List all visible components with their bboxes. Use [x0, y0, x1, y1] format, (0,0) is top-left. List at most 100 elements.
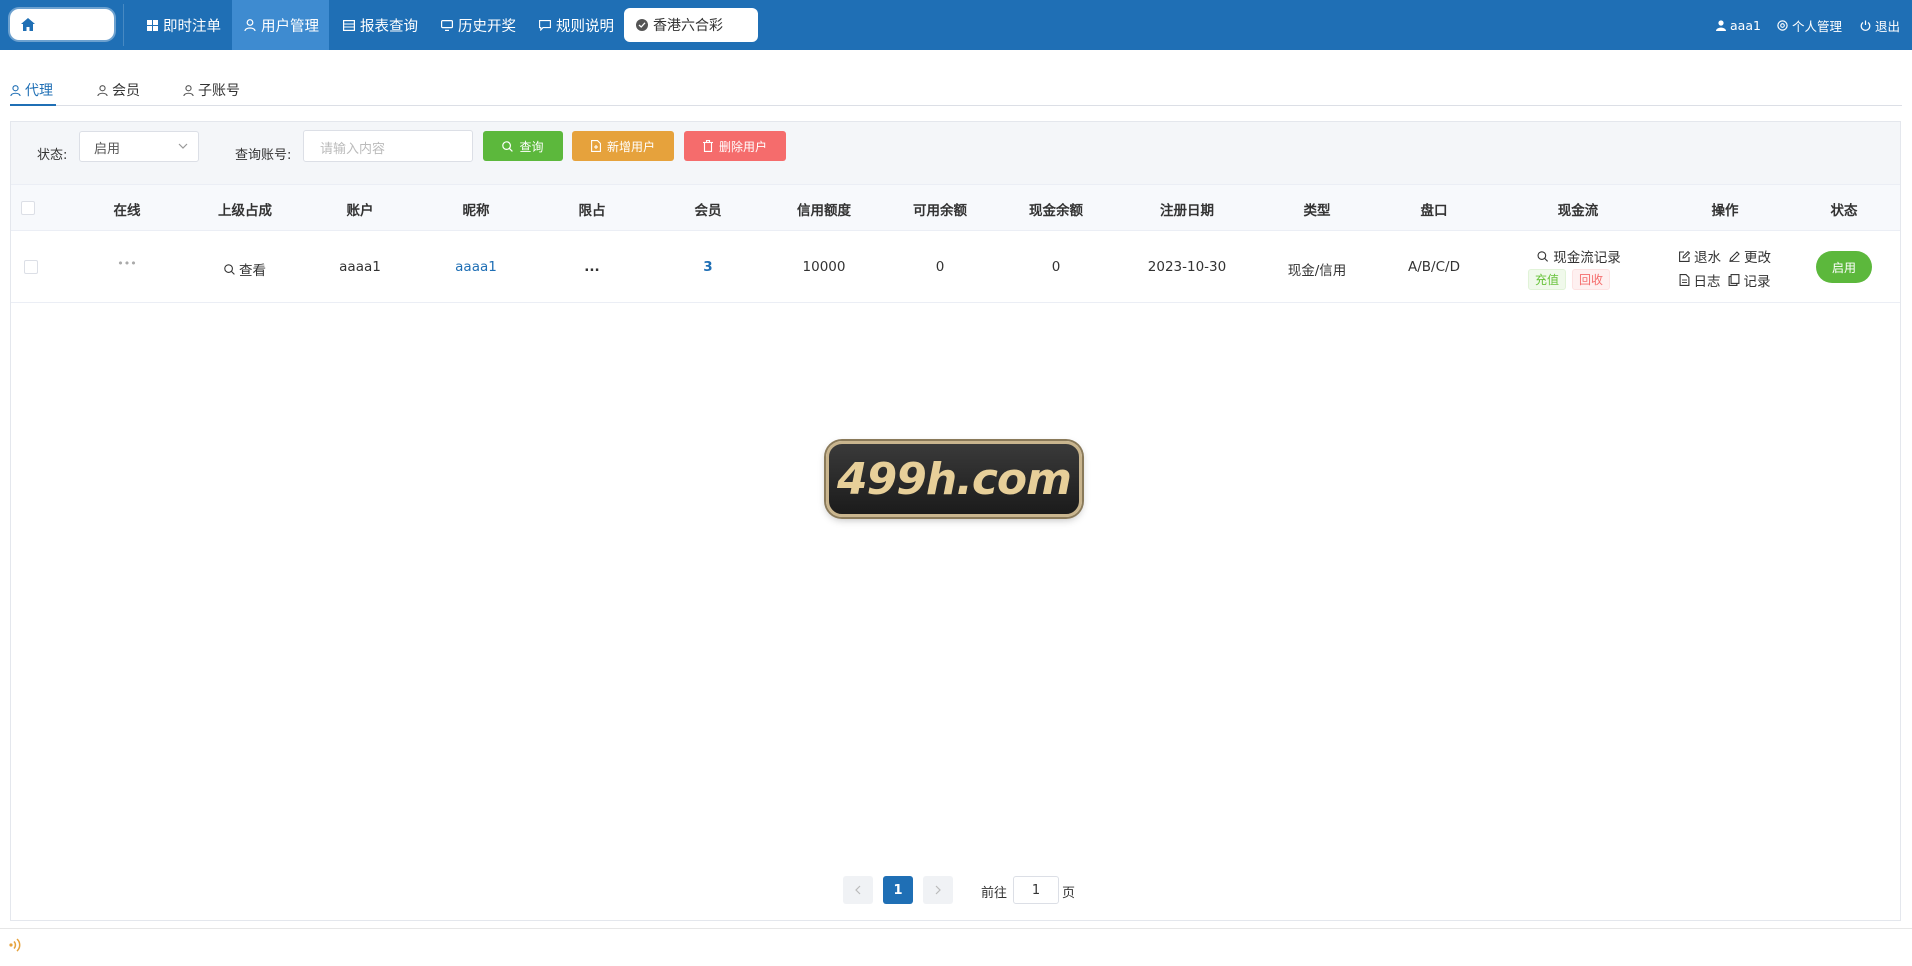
next-page-button[interactable]	[923, 876, 953, 904]
record-button[interactable]: 记录	[1728, 270, 1771, 290]
nav-item-rules[interactable]: 规则说明	[527, 0, 626, 50]
account-search-input[interactable]: 请输入内容	[303, 130, 473, 162]
edit-button[interactable]: 更改	[1729, 246, 1771, 266]
row-actions-bottom: 日志 记录	[1679, 270, 1771, 290]
goto-label: 前往	[981, 886, 1008, 901]
lottery-selector[interactable]: 香港六合彩	[624, 8, 758, 42]
add-document-icon	[591, 140, 601, 152]
user-icon	[10, 84, 21, 96]
chat-icon	[539, 19, 551, 31]
profile-label: 个人管理	[1792, 18, 1843, 34]
add-user-label: 新增用户	[606, 139, 655, 154]
current-user[interactable]: aaa1	[1716, 0, 1761, 50]
nav-divider	[123, 4, 124, 46]
status-toggle-button[interactable]: 启用	[1816, 251, 1872, 283]
search-button-label: 查询	[519, 139, 544, 154]
username: aaa1	[1730, 17, 1761, 33]
rebate-button[interactable]: 退水	[1679, 246, 1721, 266]
cell-credit: 10000	[802, 259, 846, 275]
account-search-label: 查询账号:	[235, 148, 292, 163]
column-header: 现金流	[1557, 203, 1599, 219]
chevron-right-icon	[935, 885, 941, 895]
profile-link[interactable]: 个人管理	[1777, 0, 1842, 50]
parent-share-view-link[interactable]: 查看	[224, 259, 266, 279]
cell-members-link[interactable]: 3	[703, 259, 712, 275]
column-header: 会员	[694, 203, 722, 219]
nav-item-label: 报表查询	[360, 18, 418, 35]
column-header: 上级占成	[218, 203, 272, 219]
home-button[interactable]	[10, 9, 114, 40]
recover-tag[interactable]: 回收	[1572, 269, 1611, 290]
logout-link[interactable]: 退出	[1860, 0, 1900, 50]
cell-nickname-link[interactable]: aaaa1	[455, 259, 497, 275]
watermark-logo: 499h.com	[826, 441, 1082, 517]
cell-cash: 0	[1051, 259, 1061, 275]
view-label: 查看	[239, 263, 266, 279]
delete-user-label: 删除用户	[718, 139, 767, 154]
watermark-text: 499h.com	[836, 453, 1072, 505]
record-label: 记录	[1743, 274, 1771, 290]
row-checkbox[interactable]	[24, 260, 38, 274]
power-icon	[1860, 20, 1871, 31]
column-header: 类型	[1303, 203, 1331, 219]
nav-item-reports[interactable]: 报表查询	[331, 0, 430, 50]
nav-item-label: 用户管理	[261, 18, 319, 35]
top-navbar: 即时注单 用户管理 报表查询 历史开奖 规则说明 香港六合彩 aaa1 个人管理…	[0, 0, 1912, 50]
cell-limit-link[interactable]: ...	[584, 259, 599, 275]
search-icon	[1537, 250, 1549, 262]
online-indicator: •••	[117, 257, 137, 270]
cell-account: aaaa1	[339, 259, 381, 275]
column-header: 限占	[578, 203, 606, 219]
lottery-name: 香港六合彩	[653, 18, 723, 34]
prev-page-button[interactable]	[843, 876, 873, 904]
cell-type: 现金/信用	[1287, 263, 1347, 279]
user-icon	[97, 84, 108, 96]
tab-member[interactable]: 会员	[97, 80, 140, 100]
user-icon	[183, 84, 194, 96]
goto-page-input[interactable]: 1	[1013, 876, 1059, 904]
log-button[interactable]: 日志	[1679, 270, 1721, 290]
row-actions-top: 退水 更改	[1679, 246, 1771, 266]
log-label: 日志	[1693, 274, 1721, 290]
column-header: 可用余额	[913, 203, 967, 219]
nav-item-label: 历史开奖	[458, 18, 516, 35]
cashflow-record-label: 现金流记录	[1553, 250, 1621, 266]
recharge-tag[interactable]: 充值	[1527, 269, 1566, 290]
tabs-divider	[10, 105, 1902, 106]
search-button[interactable]: 查询	[483, 131, 563, 161]
active-tab-indicator	[10, 104, 56, 106]
cell-available: 0	[935, 259, 945, 275]
column-header: 昵称	[462, 203, 490, 219]
filter-toolbar: 状态: 启用 查询账号: 请输入内容 查询 新增用户 删除用户	[11, 122, 1900, 184]
cashflow-actions: 充值 回收	[1527, 269, 1616, 290]
nav-item-instant-bets[interactable]: 即时注单	[135, 0, 233, 50]
column-header: 账户	[346, 203, 374, 219]
status-select[interactable]: 启用	[79, 131, 199, 162]
tab-label: 会员	[112, 83, 140, 99]
add-user-button[interactable]: 新增用户	[572, 131, 674, 161]
speaker-icon[interactable]	[8, 937, 24, 957]
select-all-checkbox[interactable]	[21, 201, 35, 215]
page-number-button[interactable]: 1	[883, 876, 913, 904]
table-icon	[343, 19, 355, 31]
gear-icon	[1777, 19, 1788, 31]
monitor-icon	[441, 19, 453, 31]
user-icon	[244, 19, 256, 31]
search-icon	[502, 140, 514, 152]
nav-item-label: 规则说明	[556, 18, 614, 35]
nav-item-user-management[interactable]: 用户管理	[232, 0, 329, 50]
user-icon	[1716, 19, 1726, 31]
status-filter-label: 状态:	[37, 148, 68, 163]
nav-item-draw-history[interactable]: 历史开奖	[429, 0, 528, 50]
page-suffix-label: 页	[1062, 886, 1076, 901]
column-header: 操作	[1711, 203, 1739, 219]
search-icon	[224, 263, 235, 275]
column-header: 注册日期	[1160, 203, 1214, 219]
logout-label: 退出	[1875, 18, 1901, 34]
column-header: 信用额度	[797, 203, 851, 219]
cashflow-record-link[interactable]: 现金流记录	[1537, 246, 1621, 266]
tab-sub-account[interactable]: 子账号	[183, 80, 240, 100]
tab-agent[interactable]: 代理	[10, 80, 53, 100]
delete-user-button[interactable]: 删除用户	[684, 131, 786, 161]
trash-icon	[702, 140, 713, 152]
